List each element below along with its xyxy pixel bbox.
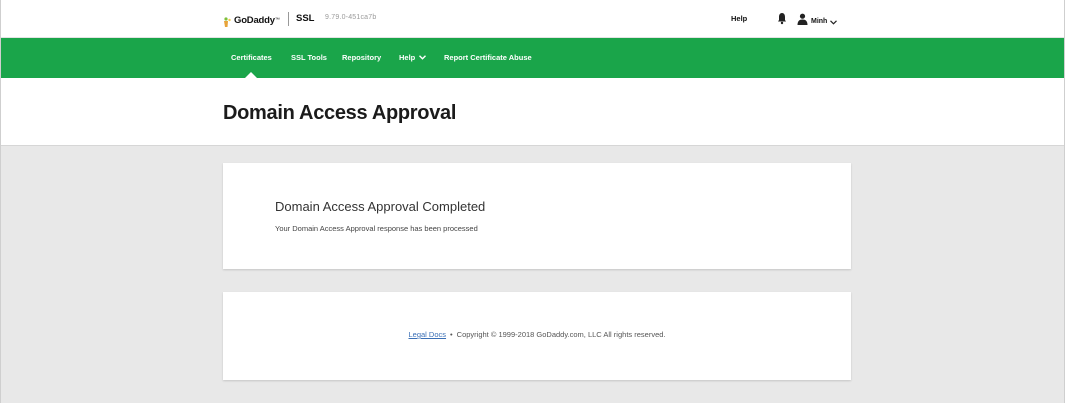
godaddy-logo[interactable]: GoDaddy ™: [223, 12, 280, 28]
footer-card: Legal Docs • Copyright © 1999-2018 GoDaddy…: [223, 292, 851, 380]
browser-frame: GoDaddy ™ SSL 9.79.0-451ca7b Help Minh C…: [0, 0, 1065, 403]
nav-item-help[interactable]: Help: [399, 53, 427, 62]
footer-separator: •: [450, 330, 453, 339]
chevron-down-icon: [419, 55, 427, 60]
copyright-text: Copyright © 1999-2018 GoDaddy.com, LLC A…: [456, 330, 666, 339]
status-message: Your Domain Access Approval response has…: [275, 224, 478, 233]
page-header: Domain Access Approval: [1, 78, 1064, 146]
legal-docs-link[interactable]: Legal Docs: [409, 330, 447, 339]
user-icon: [797, 12, 808, 30]
nav-item-certificates[interactable]: Certificates: [231, 53, 272, 62]
header-help-link[interactable]: Help: [731, 14, 747, 23]
nav-item-report-abuse[interactable]: Report Certificate Abuse: [444, 53, 532, 62]
main-nav: Certificates SSL Tools Repository Help R…: [1, 38, 1064, 78]
page-title: Domain Access Approval: [223, 102, 457, 124]
logo-figure-icon: [223, 15, 232, 27]
user-menu[interactable]: Minh: [797, 12, 838, 30]
status-card: Domain Access Approval Completed Your Do…: [223, 163, 851, 269]
product-name: SSL: [296, 13, 315, 24]
brand-name: GoDaddy: [234, 14, 275, 26]
status-heading: Domain Access Approval Completed: [275, 199, 486, 214]
chevron-down-icon: [830, 12, 838, 30]
nav-item-ssl-tools[interactable]: SSL Tools: [291, 53, 327, 62]
user-name: Minh: [811, 17, 828, 25]
nav-item-repository[interactable]: Repository: [342, 53, 381, 62]
top-header: GoDaddy ™ SSL 9.79.0-451ca7b Help Minh: [1, 0, 1064, 38]
nav-item-help-label: Help: [399, 53, 416, 62]
brand-trademark: ™: [274, 17, 280, 23]
footer-line: Legal Docs • Copyright © 1999-2018 GoDaddy…: [223, 330, 851, 339]
bell-icon[interactable]: [777, 12, 787, 25]
version-label: 9.79.0-451ca7b: [325, 14, 377, 21]
header-divider: [288, 12, 289, 26]
